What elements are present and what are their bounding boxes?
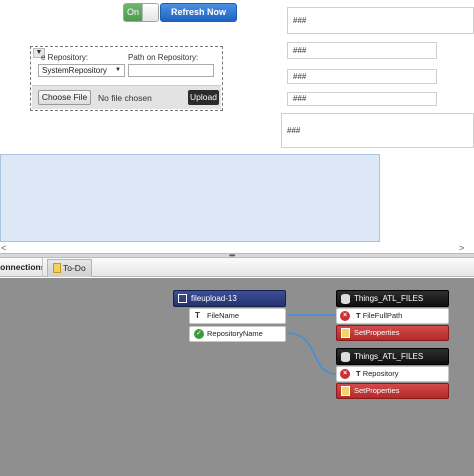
hash-field-2[interactable]: ### [287, 42, 437, 59]
widget-icon [178, 294, 187, 303]
text-type-icon: T [356, 369, 361, 378]
toggle-knob[interactable] [142, 4, 158, 21]
file-upload-widget: ▼ e Repository: Path on Repository: Syst… [30, 46, 223, 111]
target1-service-setproperties[interactable]: SetProperties [336, 325, 449, 341]
chevron-down-icon: ▼ [115, 67, 121, 73]
scroll-left-icon[interactable]: < [1, 243, 6, 253]
path-input[interactable] [128, 64, 214, 77]
target2-title: Things_ATL_FILES [354, 352, 424, 361]
repository-label: e Repository: [41, 53, 89, 62]
target1-service-label: SetProperties [354, 328, 400, 337]
target2-service-setproperties[interactable]: SetProperties [336, 383, 449, 399]
source-widget-header[interactable]: fileupload-13 [173, 290, 286, 307]
blue-content-panel [0, 154, 380, 242]
tab-connections[interactable]: Connections [0, 258, 43, 277]
target1-title: Things_ATL_FILES [354, 294, 424, 303]
scroll-right-icon[interactable]: > [459, 243, 464, 253]
text-type-icon: T [195, 311, 200, 320]
hash-field-4[interactable]: ### [287, 92, 437, 106]
hash-field-1[interactable]: ### [287, 7, 474, 34]
on-off-toggle[interactable]: On [123, 3, 159, 22]
error-x-icon: × [340, 311, 350, 321]
target2-param-repository[interactable]: × T Repository [336, 366, 449, 382]
source-prop-repositoryname-label: RepositoryName [207, 329, 263, 338]
hash-field-5[interactable]: ### [281, 113, 474, 148]
upload-button[interactable]: Upload [188, 90, 219, 105]
tab-connections-label: Connections [0, 262, 43, 272]
target2-param-label: Repository [362, 369, 399, 378]
target2-thing-header[interactable]: Things_ATL_FILES [336, 348, 449, 365]
path-label: Path on Repository: [128, 53, 199, 62]
repository-select-value: SystemRepository [42, 66, 107, 75]
tab-todo[interactable]: To-Do [47, 259, 92, 277]
target2-service-label: SetProperties [354, 386, 400, 395]
target1-param-label: FileFullPath [362, 311, 403, 320]
toggle-on-label: On [124, 4, 142, 21]
service-icon [341, 386, 350, 396]
source-widget-title: fileupload-13 [191, 294, 237, 303]
check-circle-icon: ✓ [194, 329, 204, 339]
database-icon [341, 352, 350, 362]
source-prop-filename[interactable]: T FileName [189, 308, 286, 324]
repository-select[interactable]: SystemRepository ▼ [38, 64, 125, 77]
text-type-icon: T [356, 311, 361, 320]
database-icon [341, 294, 350, 304]
target1-param-filefullpath[interactable]: × T FileFullPath [336, 308, 449, 324]
no-file-text: No file chosen [98, 93, 152, 103]
source-prop-filename-label: FileName [207, 311, 240, 320]
target1-thing-header[interactable]: Things_ATL_FILES [336, 290, 449, 307]
refresh-now-button[interactable]: Refresh Now [160, 3, 237, 22]
todo-icon [53, 262, 61, 273]
tab-todo-label: To-Do [63, 263, 86, 273]
source-prop-repositoryname[interactable]: ✓ RepositoryName [189, 326, 286, 342]
service-icon [341, 328, 350, 338]
hash-field-3[interactable]: ### [287, 69, 437, 84]
wire-repositoryname-to-repository [286, 332, 337, 375]
error-x-icon: × [340, 369, 350, 379]
choose-file-button[interactable]: Choose File [38, 90, 91, 105]
upload-action-bar: Choose File No file chosen Upload [32, 85, 221, 109]
